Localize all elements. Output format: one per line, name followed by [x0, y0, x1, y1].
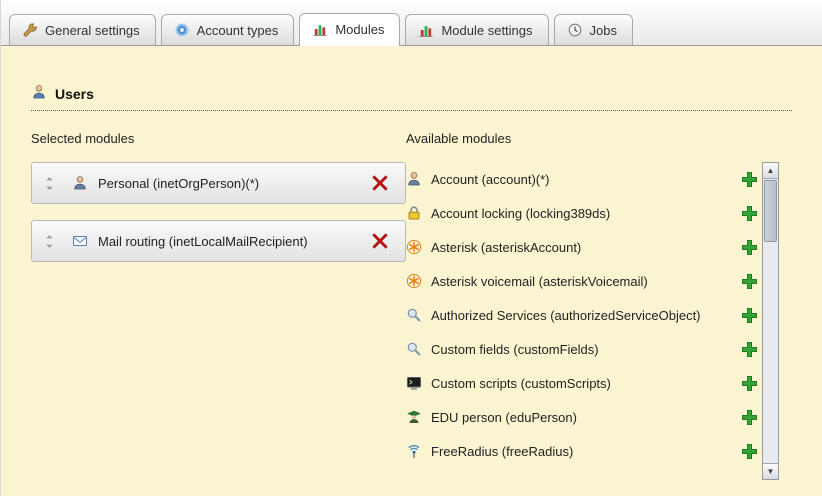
available-module-label: Asterisk voicemail (asteriskVoicemail): [431, 274, 741, 289]
available-module-label: Custom fields (customFields): [431, 342, 741, 357]
mail-icon: [72, 233, 88, 249]
green-plus-icon[interactable]: [741, 409, 758, 426]
magnifier-icon: [406, 341, 422, 357]
tab-label: General settings: [45, 23, 140, 38]
drag-updown-icon[interactable]: [44, 234, 58, 249]
available-modules-column: Available modules Account (account)(*): [406, 131, 792, 480]
green-plus-icon[interactable]: [741, 375, 758, 392]
lam-config-page: General settings Account types Modules M…: [0, 0, 822, 496]
green-plus-icon[interactable]: [741, 307, 758, 324]
tab-label: Module settings: [441, 23, 532, 38]
available-module-label: Custom scripts (customScripts): [431, 376, 741, 391]
tab-label: Modules: [335, 22, 384, 37]
available-module-label: Account (account)(*): [431, 172, 741, 187]
available-modules-heading: Available modules: [406, 131, 792, 146]
green-plus-icon[interactable]: [741, 341, 758, 358]
scroll-down-button[interactable]: ▼: [763, 463, 778, 479]
gear-badge-icon: [174, 22, 190, 38]
users-section-heading: Users: [31, 84, 792, 111]
scroll-up-button[interactable]: ▲: [763, 163, 778, 179]
available-module-row: EDU person (eduPerson): [406, 400, 758, 434]
clock-icon: [567, 22, 583, 38]
bar-chart-icon: [418, 22, 434, 38]
tab-general-settings[interactable]: General settings: [9, 14, 156, 45]
selected-module-row: Personal (inetOrgPerson)(*): [31, 162, 406, 204]
selected-modules-heading: Selected modules: [31, 131, 406, 146]
green-plus-icon[interactable]: [741, 273, 758, 290]
edu-person-icon: [406, 409, 422, 425]
available-module-label: Account locking (locking389ds): [431, 206, 741, 221]
red-x-icon[interactable]: [371, 174, 389, 192]
selected-modules-column: Selected modules Personal (inetOrgPerson…: [31, 131, 406, 480]
tab-label: Jobs: [590, 23, 617, 38]
asterisk-icon: [406, 239, 422, 255]
scrollbar-track[interactable]: [763, 179, 778, 463]
lock-icon: [406, 205, 422, 221]
tab-label: Account types: [197, 23, 279, 38]
available-module-row: Custom fields (customFields): [406, 332, 758, 366]
available-module-row: Custom scripts (customScripts): [406, 366, 758, 400]
green-plus-icon[interactable]: [741, 171, 758, 188]
tab-account-types[interactable]: Account types: [161, 14, 295, 45]
available-module-label: Authorized Services (authorizedServiceOb…: [431, 308, 741, 323]
tab-jobs[interactable]: Jobs: [554, 14, 633, 45]
wrench-icon: [22, 22, 38, 38]
tab-modules[interactable]: Modules: [299, 13, 400, 46]
selected-module-row: Mail routing (inetLocalMailRecipient): [31, 220, 406, 262]
person-icon: [406, 171, 422, 187]
selected-module-label: Mail routing (inetLocalMailRecipient): [98, 234, 371, 249]
green-plus-icon[interactable]: [741, 239, 758, 256]
available-module-label: EDU person (eduPerson): [431, 410, 741, 425]
section-title: Users: [55, 86, 94, 102]
terminal-icon: [406, 375, 422, 391]
settings-tabbar: General settings Account types Modules M…: [1, 0, 822, 46]
tab-module-settings[interactable]: Module settings: [405, 14, 548, 45]
available-modules-list: Account (account)(*) Account locking (lo…: [406, 162, 758, 480]
available-module-row: FreeRadius (freeRadius): [406, 434, 758, 468]
available-module-label: FreeRadius (freeRadius): [431, 444, 741, 459]
available-modules-scrollbar[interactable]: ▲ ▼: [762, 162, 779, 480]
scrollbar-thumb[interactable]: [764, 180, 777, 242]
available-module-row: Asterisk (asteriskAccount): [406, 230, 758, 264]
modules-tab-content: Users Selected modules Personal (inetOrg…: [1, 46, 822, 480]
available-module-row: Authorized Services (authorizedServiceOb…: [406, 298, 758, 332]
available-modules-wrap: Account (account)(*) Account locking (lo…: [406, 162, 792, 480]
modules-columns: Selected modules Personal (inetOrgPerson…: [31, 131, 792, 480]
selected-module-label: Personal (inetOrgPerson)(*): [98, 176, 371, 191]
person-icon: [72, 175, 88, 191]
bar-chart-icon: [312, 21, 328, 37]
asterisk-icon: [406, 273, 422, 289]
magnifier-icon: [406, 307, 422, 323]
red-x-icon[interactable]: [371, 232, 389, 250]
available-module-row: Asterisk voicemail (asteriskVoicemail): [406, 264, 758, 298]
available-module-label: Asterisk (asteriskAccount): [431, 240, 741, 255]
available-module-row: Account (account)(*): [406, 162, 758, 196]
green-plus-icon[interactable]: [741, 443, 758, 460]
radio-antenna-icon: [406, 443, 422, 459]
available-module-row: Account locking (locking389ds): [406, 196, 758, 230]
user-icon: [31, 84, 47, 103]
drag-updown-icon[interactable]: [44, 176, 58, 191]
green-plus-icon[interactable]: [741, 205, 758, 222]
